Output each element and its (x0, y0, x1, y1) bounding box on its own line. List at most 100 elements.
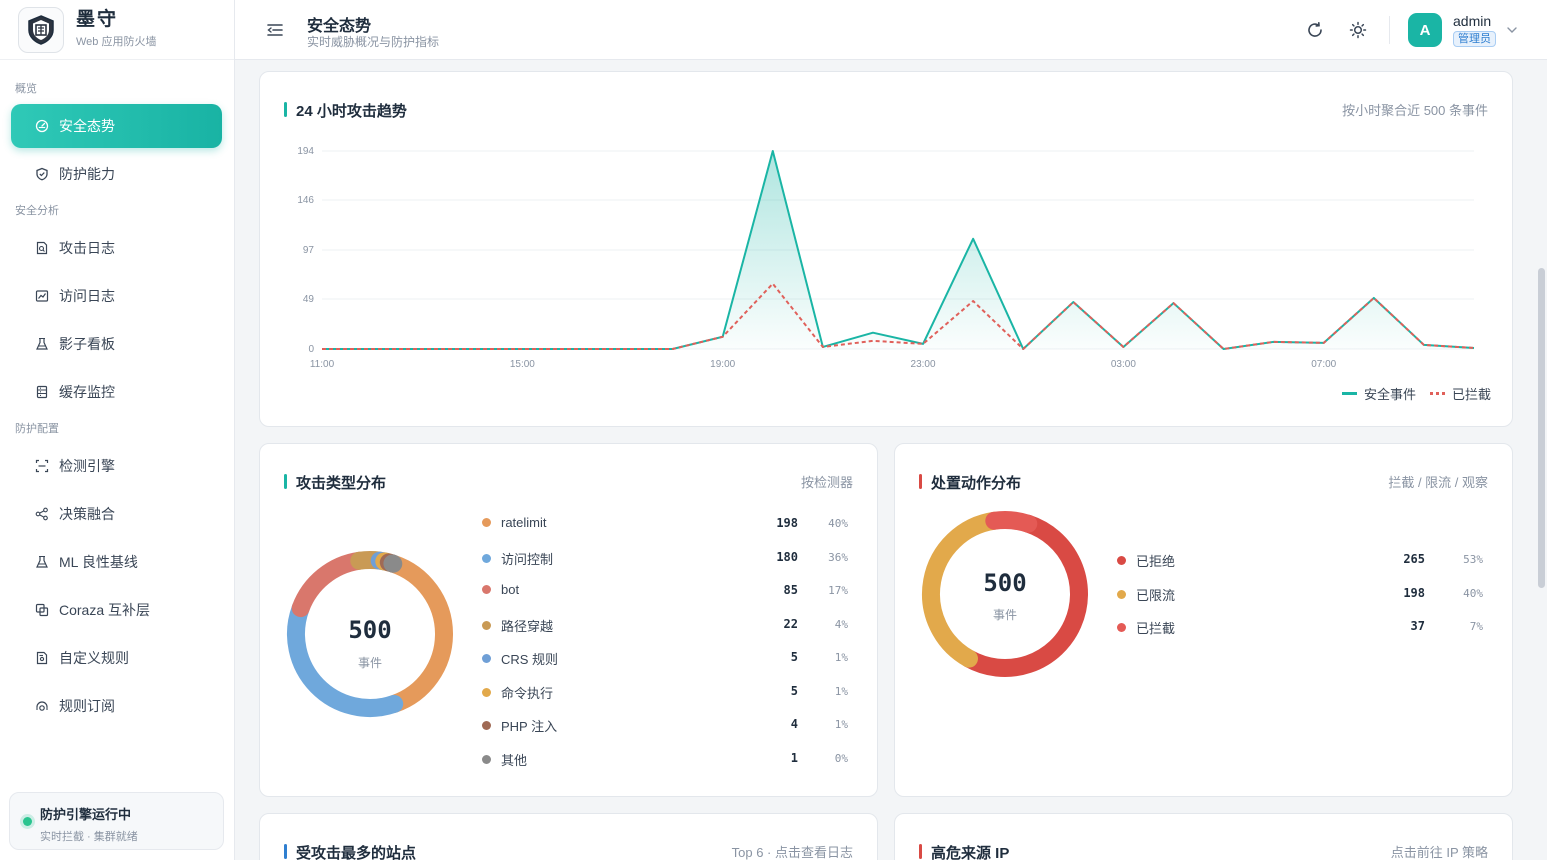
collapse-menu-button[interactable] (265, 20, 285, 40)
scrollbar[interactable] (1536, 60, 1547, 860)
user-menu-dropdown[interactable] (1505, 23, 1519, 37)
attack-type-title: 攻击类型分布 (284, 472, 386, 493)
legend-events[interactable]: 安全事件 (1342, 384, 1416, 403)
sidebar-item[interactable]: ML 良性基线 (11, 540, 222, 584)
legend-blocked[interactable]: 已拦截 (1430, 384, 1491, 403)
sidebar-item-label: 攻击日志 (59, 240, 115, 256)
legend-dot (1117, 556, 1126, 565)
legend-dot (482, 620, 491, 630)
refresh-button[interactable] (1304, 19, 1326, 41)
flask-icon (35, 337, 49, 351)
legend-value: 1 (790, 750, 798, 765)
avatar[interactable]: A (1408, 13, 1442, 47)
refresh-icon (1308, 22, 1322, 37)
legend-dot (1117, 589, 1126, 599)
sidebar-item-label: 防护能力 (59, 166, 115, 182)
legend-item[interactable]: 已拒绝 (1117, 551, 1175, 570)
sidebar-item[interactable]: 安全态势 (11, 104, 222, 148)
sidebar-item-label: 安全态势 (59, 118, 115, 134)
y-tick-label: 97 (303, 245, 315, 256)
share-nodes-icon (35, 507, 49, 521)
risky-ip-title: 高危来源 IP (919, 842, 1009, 860)
legend-label: bot (501, 582, 520, 597)
legend-label: 安全事件 (1364, 387, 1417, 402)
header-divider (1389, 16, 1390, 44)
brand: 墨守 Web 应用防火墙 (0, 0, 234, 60)
action-card: 处置动作分布 拦截 / 限流 / 观察 500 事件 已拒绝 265 53% 已限流 1… (894, 443, 1513, 797)
legend-item[interactable]: 命令执行 (482, 683, 553, 702)
theme-toggle-button[interactable] (1347, 19, 1369, 41)
flask-icon (35, 555, 49, 569)
legend-item[interactable]: 其他 (482, 750, 527, 769)
dashboard-icon (35, 119, 49, 133)
legend-dot (482, 687, 491, 697)
legend-line-solid (1342, 392, 1357, 395)
sidebar-item[interactable]: 自定义规则 (11, 636, 222, 680)
y-tick-label: 49 (303, 294, 315, 305)
legend-label: 已拦截 (1136, 621, 1176, 636)
engine-status-title: 防护引擎运行中 (40, 807, 132, 822)
risky-ip-card: 高危来源 IP 点击前往 IP 策略 (894, 813, 1513, 860)
top-sites-title: 受攻击最多的站点 (284, 842, 416, 860)
x-tick-label: 07:00 (1311, 359, 1336, 370)
legend-item[interactable]: bot (482, 582, 519, 597)
donut-total-label: 事件 (357, 656, 382, 670)
donut-slice[interactable] (291, 551, 369, 618)
legend-label: 已拒绝 (1136, 554, 1176, 569)
legend-value: 4 (790, 717, 798, 731)
donut-slice[interactable] (985, 511, 1038, 533)
legend-value: 37 (1410, 619, 1425, 633)
legend-value: 198 (1403, 585, 1425, 600)
top-sites-card: 受攻击最多的站点 Top 6 · 点击查看日志 (259, 813, 878, 860)
engine-status: 防护引擎运行中 实时拦截 · 集群就绪 (9, 792, 224, 850)
scan-icon (35, 459, 49, 473)
legend-item[interactable]: 访问控制 (482, 549, 553, 568)
action-extra: 拦截 / 限流 / 观察 (1388, 475, 1488, 490)
legend-value: 265 (1403, 552, 1425, 566)
sidebar-item[interactable]: 访问日志 (11, 274, 222, 318)
sidebar-item[interactable]: 规则订阅 (11, 684, 222, 728)
legend-item[interactable]: 已拦截 (1117, 618, 1175, 637)
legend-percent: 40% (1463, 586, 1483, 600)
legend-label: 命令执行 (501, 685, 554, 701)
legend-item[interactable]: 已限流 (1117, 585, 1175, 604)
scrollbar-thumb[interactable] (1538, 268, 1545, 588)
chevron-down-icon (1507, 27, 1517, 33)
donut-total: 500 (348, 616, 392, 644)
top-sites-extra[interactable]: Top 6 · 点击查看日志 (732, 842, 853, 860)
sidebar-item-label: 决策融合 (59, 506, 115, 522)
sun-icon (1349, 21, 1367, 39)
sidebar-item[interactable]: Coraza 互补层 (11, 588, 222, 632)
legend-label: CRS 规则 (501, 652, 559, 667)
legend-percent: 17% (828, 584, 848, 597)
risky-ip-extra[interactable]: 点击前往 IP 策略 (1391, 842, 1488, 860)
nav-group-label: 概览 (15, 83, 37, 95)
nav-group-label: 防护配置 (15, 423, 59, 435)
legend-label: 其他 (501, 752, 528, 768)
legend-percent: 40% (828, 517, 848, 530)
sidebar-item[interactable]: 防护能力 (11, 152, 222, 196)
sidebar-item[interactable]: 检测引擎 (11, 444, 222, 488)
legend-value: 5 (790, 650, 798, 664)
brand-subtitle: Web 应用防火墙 (76, 36, 157, 48)
x-tick-label: 23:00 (911, 359, 936, 370)
legend-label: ratelimit (501, 515, 547, 530)
user-name[interactable]: admin (1453, 13, 1491, 29)
action-title: 处置动作分布 (919, 472, 1021, 493)
y-tick-label: 194 (297, 146, 314, 157)
sidebar-item[interactable]: 缓存监控 (11, 370, 222, 414)
legend-value: 198 (776, 516, 798, 530)
sidebar-item[interactable]: 攻击日志 (11, 226, 222, 270)
legend-item[interactable]: CRS 规则 (482, 649, 558, 668)
legend-item[interactable]: 路径穿越 (482, 616, 553, 635)
sidebar-item-label: ML 良性基线 (59, 554, 138, 570)
shield-icon (35, 167, 49, 181)
legend-percent: 1% (834, 684, 848, 698)
legend-item[interactable]: ratelimit (482, 515, 547, 530)
engine-status-subtitle: 实时拦截 · 集群就绪 (40, 831, 138, 843)
sidebar-item[interactable]: 影子看板 (11, 322, 222, 366)
sidebar-item-label: 缓存监控 (59, 384, 115, 400)
sidebar-item[interactable]: 决策融合 (11, 492, 222, 536)
legend-item[interactable]: PHP 注入 (482, 716, 557, 735)
logo (18, 6, 64, 53)
